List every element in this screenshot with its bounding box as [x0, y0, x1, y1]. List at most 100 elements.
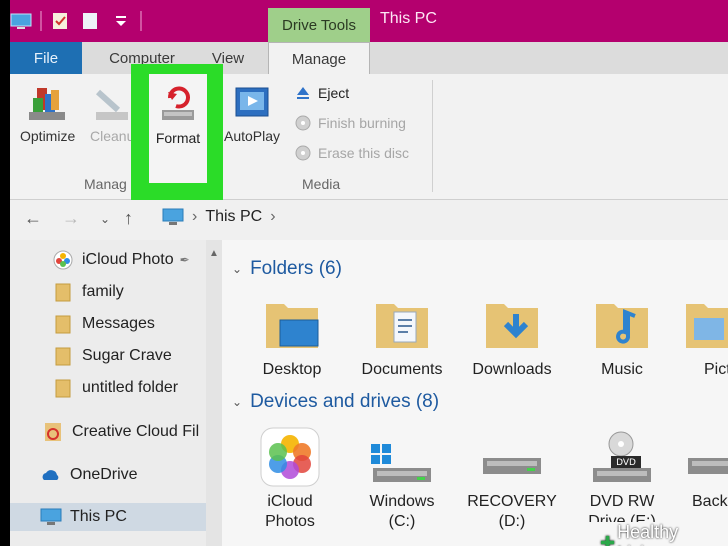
group-divider: [432, 80, 433, 192]
nav-item-label: This PC: [70, 508, 127, 525]
properties-icon[interactable]: [50, 12, 72, 30]
nav-item-label: untitled folder: [82, 379, 179, 396]
ribbon-tabs: File Computer View Manage: [10, 42, 728, 75]
this-pc-icon: [162, 208, 184, 225]
nav-item-onedrive[interactable]: OneDrive: [10, 461, 206, 489]
window-title: This PC: [380, 10, 437, 27]
hard-drive-icon: [688, 458, 728, 474]
folder-tile-pictures[interactable]: Pict: [682, 296, 728, 380]
erase-disc-button[interactable]: Erase this disc: [294, 144, 409, 162]
back-arrow-icon[interactable]: ←: [24, 208, 42, 229]
nav-item-this-pc[interactable]: This PC: [10, 503, 206, 531]
nav-item-label: Sugar Crave: [82, 347, 172, 364]
format-button[interactable]: Format: [149, 74, 207, 183]
breadcrumb-chevron-icon: ›: [270, 208, 276, 225]
tab-manage[interactable]: Manage: [268, 42, 370, 75]
breadcrumb[interactable]: › This PC ›: [162, 208, 276, 226]
dvd-drive-icon: DVD: [593, 431, 651, 482]
toolbar-separator: [40, 11, 42, 31]
forward-arrow-icon[interactable]: →: [62, 208, 80, 229]
eject-button[interactable]: Eject: [294, 84, 349, 102]
nav-item-sugar-crave[interactable]: Sugar Crave: [10, 342, 206, 370]
drive-tile-recovery-d[interactable]: RECOVERY (D:): [462, 440, 562, 532]
collapse-chevron-icon[interactable]: ⌄: [232, 262, 242, 276]
folder-icon: [55, 347, 71, 366]
format-label: Format: [155, 130, 201, 146]
optimize-button[interactable]: Optimize: [20, 84, 75, 144]
folder-label: Desktop: [262, 361, 322, 378]
drive-tile-icloud-photos[interactable]: iCloud Photos: [240, 426, 340, 546]
folder-tile-downloads[interactable]: Downloads: [462, 296, 562, 380]
drive-label-line2: (C:): [388, 513, 416, 530]
content-pane: ⌄ Folders (6) Desktop Documents Download…: [222, 240, 728, 546]
icloud-photos-icon: [53, 250, 73, 270]
folder-label: Documents: [361, 361, 443, 378]
drive-tile-windows-c[interactable]: Windows (C:): [352, 440, 452, 532]
scroll-up-icon[interactable]: ▲: [209, 248, 219, 259]
nav-item-icloud-photo[interactable]: iCloud Photo ✒: [10, 246, 206, 274]
recent-locations-icon[interactable]: ⌄: [100, 212, 110, 226]
documents-folder-icon: [376, 304, 428, 348]
folder-label: Downloads: [472, 361, 552, 378]
eject-label: Eject: [318, 85, 350, 101]
folder-tile-music[interactable]: Music: [572, 296, 672, 380]
disc-burn-icon: [295, 115, 311, 131]
drive-label-line1: Back: [692, 493, 728, 510]
ribbon: Optimize Cleanu Manag AutoPlay Eject Fin…: [10, 74, 728, 200]
tab-file[interactable]: File: [10, 42, 82, 74]
nav-scrollbar[interactable]: ▲: [206, 240, 222, 546]
nav-item-messages[interactable]: Messages: [10, 310, 206, 338]
folder-tile-desktop[interactable]: Desktop: [242, 296, 342, 380]
folder-tile-documents[interactable]: Documents: [352, 296, 452, 380]
nav-item-label: Creative Cloud Fil: [72, 423, 200, 440]
quick-access-toolbar: [10, 6, 142, 36]
devices-heading: Devices and drives (8): [250, 391, 440, 412]
nav-item-label: Messages: [82, 315, 155, 332]
nav-item-family[interactable]: family: [10, 278, 206, 306]
new-folder-icon[interactable]: [80, 12, 102, 30]
collapse-chevron-icon[interactable]: ⌄: [232, 395, 242, 409]
drive-tile-dvd-rw-e[interactable]: DVD DVD RW Drive (E:): [572, 430, 672, 522]
hard-drive-icon: [483, 458, 541, 474]
downloads-folder-icon: [486, 304, 538, 348]
drive-label-line1: RECOVERY: [467, 493, 557, 510]
manage-group-label: Manag: [84, 176, 127, 192]
autoplay-icon: [235, 87, 269, 117]
icloud-photos-icon: [260, 427, 320, 487]
folders-section-header[interactable]: ⌄ Folders (6): [232, 258, 342, 280]
erase-disc-icon: [295, 145, 311, 161]
pin-icon[interactable]: ✒: [180, 253, 190, 267]
this-pc-icon: [40, 508, 62, 525]
optimize-icon: [28, 88, 65, 120]
breadcrumb-this-pc: This PC: [205, 208, 263, 225]
up-arrow-icon[interactable]: ↑: [124, 208, 133, 229]
cleanup-label: Cleanu: [90, 128, 135, 144]
autoplay-button[interactable]: AutoPlay: [224, 86, 280, 144]
nav-item-label: iCloud Photo: [82, 251, 174, 268]
title-bar: Drive Tools This PC: [10, 0, 728, 42]
customize-dropdown-icon[interactable]: [110, 12, 132, 30]
healthy-living-watermark: ✚ Healthy Living: [600, 522, 728, 546]
finish-burning-button[interactable]: Finish burning: [294, 114, 406, 132]
folder-icon: [55, 379, 71, 398]
nav-item-untitled-folder[interactable]: untitled folder: [10, 374, 206, 402]
music-folder-icon: [596, 304, 648, 348]
erase-disc-label: Erase this disc: [318, 145, 410, 161]
svg-text:DVD: DVD: [616, 458, 636, 468]
drive-label-line1: DVD RW: [589, 493, 655, 510]
cleanup-button[interactable]: Cleanu: [90, 84, 134, 144]
drive-tile-backup[interactable]: Back: [682, 440, 728, 512]
watermark-text: Healthy Living: [617, 522, 679, 546]
folder-label: Pict: [704, 361, 728, 378]
computer-icon[interactable]: [10, 12, 32, 30]
cleanup-icon: [96, 89, 129, 120]
onedrive-cloud-icon: [42, 470, 59, 480]
format-icon: [162, 86, 194, 120]
devices-section-header[interactable]: ⌄ Devices and drives (8): [232, 391, 439, 413]
windows-drive-icon: [371, 444, 431, 482]
media-group-label: Media: [302, 176, 341, 192]
drive-tools-context-tab: Drive Tools: [268, 8, 370, 42]
nav-item-label: family: [82, 283, 124, 300]
nav-item-creative-cloud[interactable]: Creative Cloud Fil: [10, 418, 206, 446]
drive-label-line1: Windows: [369, 493, 435, 510]
